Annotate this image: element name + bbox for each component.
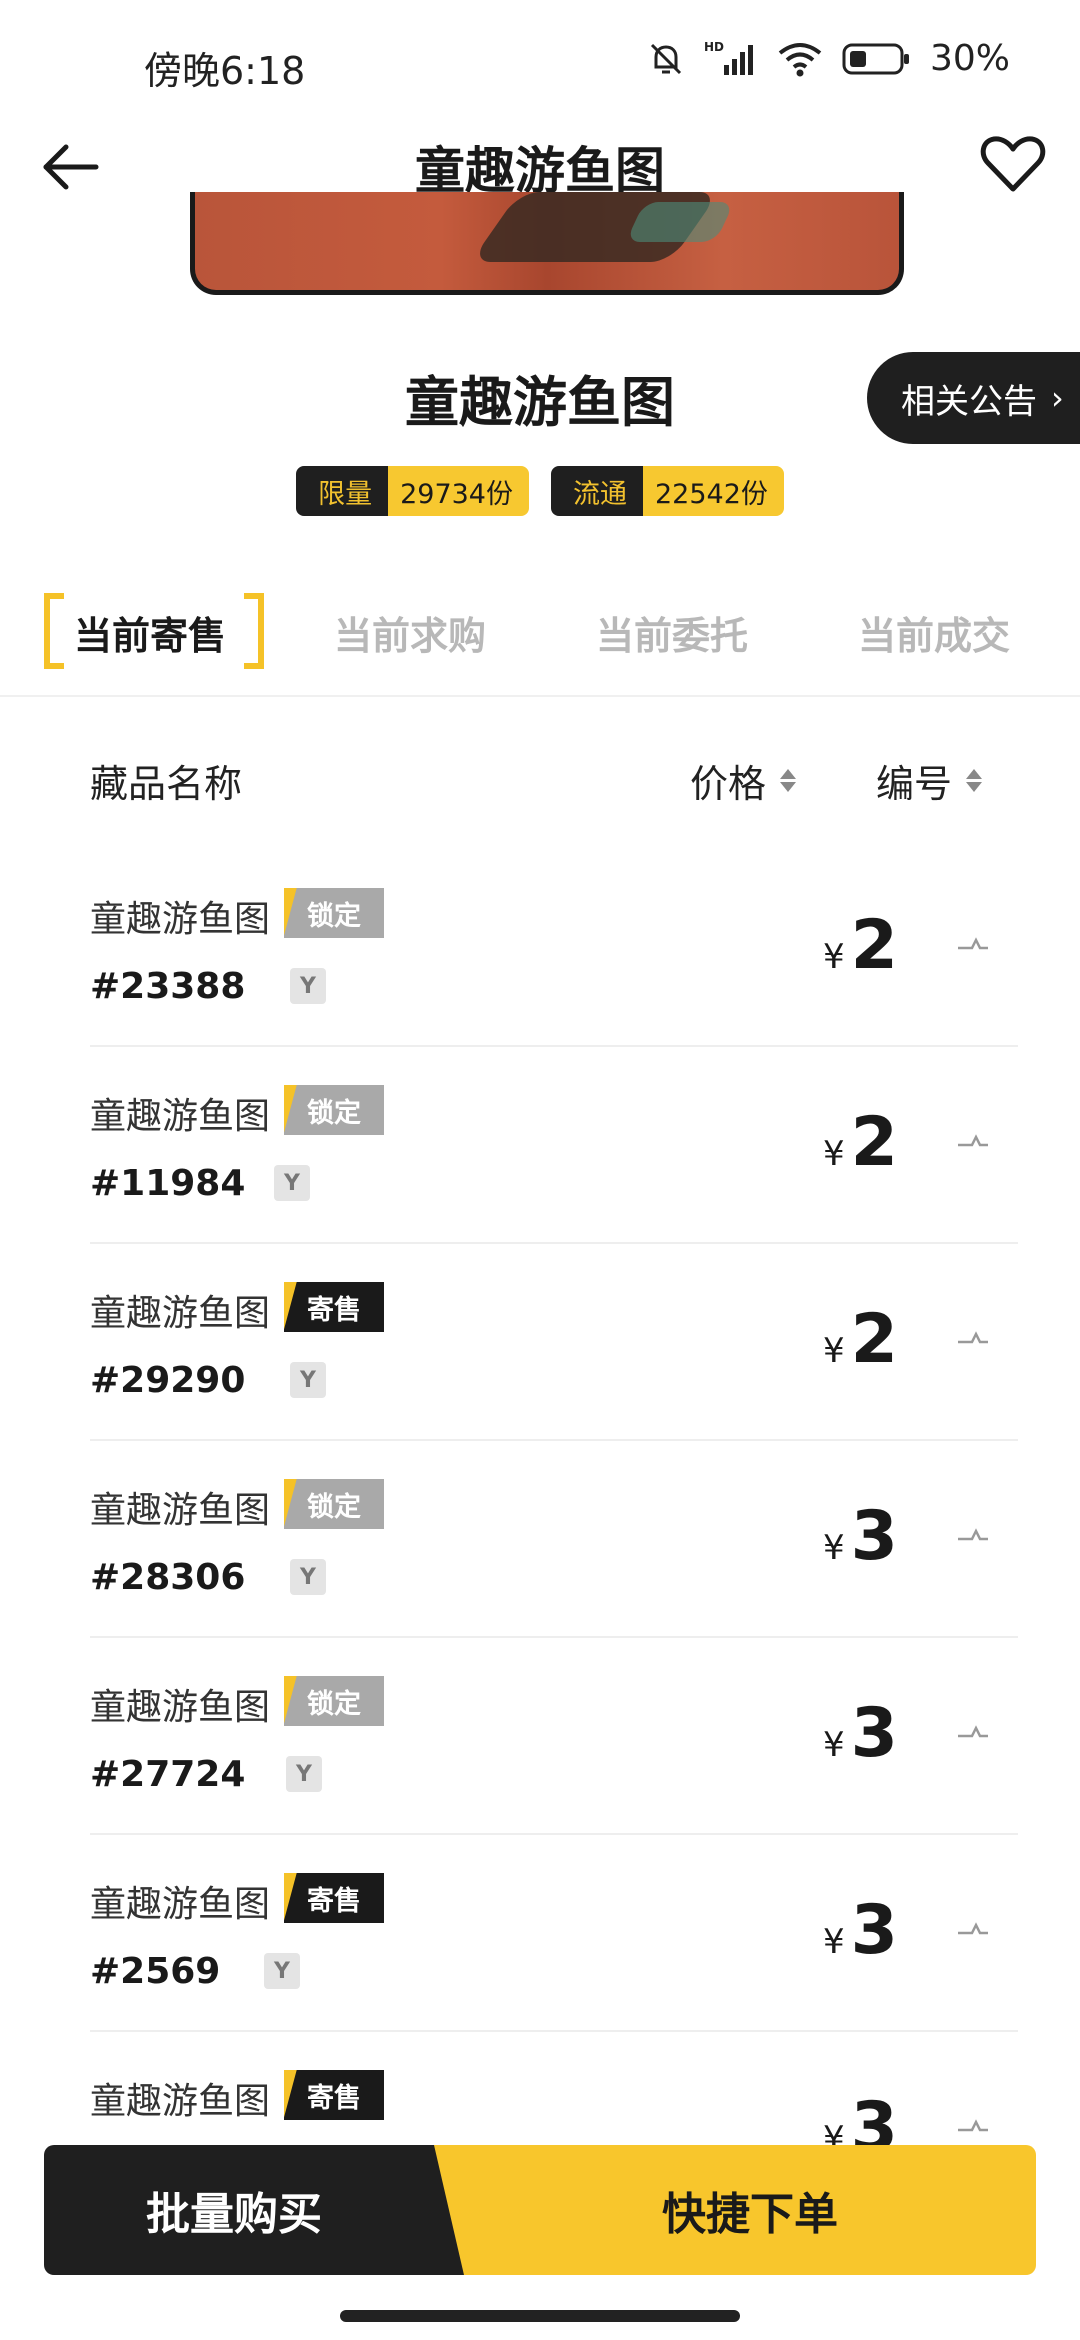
row-status-tag: 锁定 xyxy=(284,1479,384,1529)
limit-badge: 限量 29734份 xyxy=(296,466,529,516)
limit-label: 限量 xyxy=(296,466,389,516)
row-name: 童趣游鱼图 xyxy=(90,899,271,940)
tab-current-buy[interactable]: 当前求购 xyxy=(334,605,486,660)
col-name-header: 藏品名称 xyxy=(90,762,243,806)
battery-icon xyxy=(842,41,912,77)
status-time: 傍晚6:18 xyxy=(144,49,306,93)
row-status-tag: 寄售 xyxy=(284,1282,384,1332)
tab-bar: 当前寄售 当前求购 当前委托 当前成交 xyxy=(0,585,1080,697)
status-icons: HD 30% xyxy=(646,38,1010,79)
stats-badges: 限量 29734份 流通 22542份 xyxy=(0,466,1080,516)
row-number: #23388 xyxy=(90,966,246,1007)
table-row[interactable]: 童趣游鱼图 锁定 #28306 Y ¥3 xyxy=(90,1441,1018,1638)
y-badge: Y xyxy=(264,1953,300,1989)
status-bar: 傍晚6:18 HD 30% xyxy=(0,0,1080,120)
row-status-tag: 锁定 xyxy=(284,1085,384,1135)
y-badge: Y xyxy=(290,1559,326,1595)
row-number: #11984 xyxy=(90,1163,246,1204)
row-status-tag: 寄售 xyxy=(284,2070,384,2120)
quick-order-button[interactable]: 快捷下单 xyxy=(434,2145,1036,2275)
row-price: ¥3 xyxy=(823,1891,898,1970)
row-name: 童趣游鱼图 xyxy=(90,1884,271,1925)
y-badge: Y xyxy=(290,1362,326,1398)
sort-icon xyxy=(780,769,797,792)
trend-icon xyxy=(956,2116,990,2136)
row-name: 童趣游鱼图 xyxy=(90,1096,271,1137)
bottom-action-bar: 批量购买 快捷下单 xyxy=(44,2145,1036,2275)
row-name: 童趣游鱼图 xyxy=(90,1293,271,1334)
y-badge: Y xyxy=(290,968,326,1004)
related-announcements-button[interactable]: 相关公告 › xyxy=(867,352,1080,444)
row-price: ¥2 xyxy=(823,1300,898,1379)
trend-icon xyxy=(956,1131,990,1151)
sort-icon xyxy=(966,769,983,792)
active-tab-bracket-left xyxy=(44,593,64,669)
row-status-tag: 锁定 xyxy=(284,888,384,938)
circulation-value: 22542份 xyxy=(643,466,784,516)
artwork-image xyxy=(190,192,904,295)
y-badge: Y xyxy=(274,1165,310,1201)
row-price: ¥3 xyxy=(823,1694,898,1773)
related-label: 相关公告 xyxy=(901,381,1037,422)
trend-icon xyxy=(956,1328,990,1348)
row-name: 童趣游鱼图 xyxy=(90,2081,271,2122)
circulation-badge: 流通 22542份 xyxy=(551,466,784,516)
circulation-label: 流通 xyxy=(551,466,643,516)
mute-bell-icon xyxy=(646,39,686,79)
trend-icon xyxy=(956,1722,990,1742)
table-row[interactable]: 童趣游鱼图 锁定 #27724 Y ¥3 xyxy=(90,1638,1018,1835)
row-status-tag: 寄售 xyxy=(284,1873,384,1923)
active-tab-bracket-right xyxy=(244,593,264,669)
row-name: 童趣游鱼图 xyxy=(90,1687,271,1728)
heart-outline-icon xyxy=(980,136,1046,192)
trend-icon xyxy=(956,1525,990,1545)
row-price: ¥3 xyxy=(823,1497,898,1576)
battery-percent: 30% xyxy=(929,38,1010,79)
row-price: ¥2 xyxy=(823,1103,898,1182)
svg-text:HD: HD xyxy=(704,40,724,54)
y-badge: Y xyxy=(286,1756,322,1792)
row-status-tag: 锁定 xyxy=(284,1676,384,1726)
wifi-icon xyxy=(776,39,824,79)
table-row[interactable]: 童趣游鱼图 寄售 #29290 Y ¥2 xyxy=(90,1244,1018,1441)
tab-current-entrust[interactable]: 当前委托 xyxy=(596,605,748,660)
home-indicator[interactable] xyxy=(340,2310,740,2322)
col-number-header[interactable]: 编号 xyxy=(876,753,983,808)
tab-current-deal[interactable]: 当前成交 xyxy=(858,605,1010,660)
row-number: #28306 xyxy=(90,1557,246,1598)
row-price: ¥2 xyxy=(823,906,898,985)
row-number: #2569 xyxy=(90,1951,221,1992)
table-row[interactable]: 童趣游鱼图 寄售 #2569 Y ¥3 xyxy=(90,1835,1018,2032)
favorite-button[interactable] xyxy=(978,129,1048,199)
limit-value: 29734份 xyxy=(388,466,529,516)
listing-list: 童趣游鱼图 锁定 #23388 Y ¥2 童趣游鱼图 锁定 #11984 Y ¥… xyxy=(90,850,1018,2229)
bulk-buy-button[interactable]: 批量购买 xyxy=(44,2145,464,2275)
number-header-label: 编号 xyxy=(876,762,953,806)
chevron-right-icon: › xyxy=(1051,379,1064,417)
col-price-header[interactable]: 价格 xyxy=(690,753,797,808)
price-header-label: 价格 xyxy=(690,762,767,806)
row-name: 童趣游鱼图 xyxy=(90,1490,271,1531)
trend-icon xyxy=(956,1919,990,1939)
row-number: #29290 xyxy=(90,1360,246,1401)
trend-icon xyxy=(956,934,990,954)
table-header: 藏品名称 价格 编号 xyxy=(0,745,1080,815)
table-row[interactable]: 童趣游鱼图 锁定 #23388 Y ¥2 xyxy=(90,850,1018,1047)
row-number: #27724 xyxy=(90,1754,246,1795)
table-row[interactable]: 童趣游鱼图 锁定 #11984 Y ¥2 xyxy=(90,1047,1018,1244)
tab-current-sale[interactable]: 当前寄售 xyxy=(74,605,226,660)
signal-icon: HD xyxy=(704,39,758,79)
